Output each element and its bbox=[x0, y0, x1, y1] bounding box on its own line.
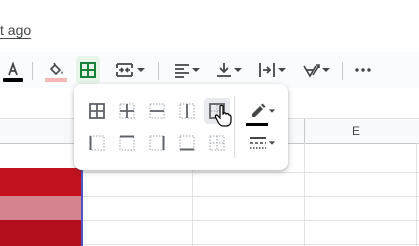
vertical-borders-option[interactable] bbox=[174, 98, 200, 124]
filled-cell[interactable] bbox=[0, 196, 82, 220]
text-rotation-icon bbox=[303, 64, 320, 78]
text-color-icon bbox=[8, 61, 18, 76]
top-border-icon bbox=[119, 135, 135, 151]
all-borders-option[interactable] bbox=[84, 98, 110, 124]
bottom-border-icon bbox=[179, 135, 195, 151]
fill-color-swatch bbox=[45, 78, 67, 82]
hand-cursor-icon bbox=[214, 104, 232, 127]
merge-cells-icon bbox=[116, 63, 133, 77]
menu-separator bbox=[234, 96, 235, 158]
clear-borders-icon bbox=[209, 135, 225, 151]
inner-borders-icon bbox=[119, 103, 135, 119]
borders-menu bbox=[74, 84, 288, 170]
right-border-option[interactable] bbox=[144, 130, 170, 156]
text-wrapping-button[interactable] bbox=[252, 56, 292, 84]
horizontal-borders-icon bbox=[149, 103, 165, 119]
chevron-down-icon bbox=[268, 109, 276, 113]
text-color-button[interactable] bbox=[0, 56, 26, 84]
grid-line bbox=[304, 143, 305, 246]
top-border-option[interactable] bbox=[114, 130, 140, 156]
align-left-icon bbox=[175, 64, 189, 78]
toolbar-separator bbox=[158, 62, 159, 80]
more-button[interactable] bbox=[350, 56, 376, 84]
chevron-down-icon bbox=[322, 68, 330, 72]
fill-color-button[interactable] bbox=[42, 56, 70, 84]
toolbar-separator bbox=[32, 62, 33, 80]
filled-cell[interactable] bbox=[0, 168, 82, 196]
right-border-icon bbox=[149, 135, 165, 151]
border-color-button[interactable] bbox=[244, 96, 280, 126]
border-color-swatch bbox=[246, 123, 268, 126]
bottom-border-option[interactable] bbox=[174, 130, 200, 156]
chevron-down-icon bbox=[137, 68, 145, 72]
borders-button[interactable] bbox=[76, 56, 100, 84]
vertical-align-bottom-icon bbox=[217, 63, 231, 77]
text-rotation-button[interactable] bbox=[296, 56, 336, 84]
column-header-e[interactable]: E bbox=[352, 124, 360, 138]
vertical-borders-icon bbox=[179, 103, 195, 119]
grid-line bbox=[416, 143, 417, 246]
text-wrap-icon bbox=[259, 63, 275, 77]
chevron-down-icon bbox=[192, 68, 200, 72]
fill-color-icon bbox=[49, 62, 63, 76]
vertical-align-button[interactable] bbox=[210, 56, 248, 84]
inner-borders-option[interactable] bbox=[114, 98, 140, 124]
left-border-option[interactable] bbox=[84, 130, 110, 156]
all-borders-icon bbox=[89, 103, 105, 119]
chevron-down-icon bbox=[234, 68, 242, 72]
merge-cells-button[interactable] bbox=[108, 56, 152, 84]
horizontal-align-button[interactable] bbox=[168, 56, 206, 84]
column-divider bbox=[304, 119, 305, 143]
toolbar-separator bbox=[342, 62, 343, 80]
chevron-down-icon bbox=[278, 68, 286, 72]
borders-icon bbox=[80, 62, 96, 78]
filled-cell[interactable] bbox=[0, 220, 82, 246]
clear-borders-option[interactable] bbox=[204, 130, 230, 156]
text-color-swatch bbox=[3, 78, 23, 82]
border-color-icon bbox=[252, 103, 266, 117]
border-style-icon bbox=[250, 137, 266, 149]
border-style-button[interactable] bbox=[244, 130, 280, 156]
selection-border bbox=[81, 168, 83, 246]
horizontal-borders-option[interactable] bbox=[144, 98, 170, 124]
toolbar bbox=[0, 52, 419, 88]
more-horiz-icon bbox=[355, 68, 371, 72]
chevron-down-icon bbox=[268, 141, 276, 145]
left-border-icon bbox=[89, 135, 105, 151]
last-edit-link[interactable]: t ago bbox=[0, 22, 31, 38]
